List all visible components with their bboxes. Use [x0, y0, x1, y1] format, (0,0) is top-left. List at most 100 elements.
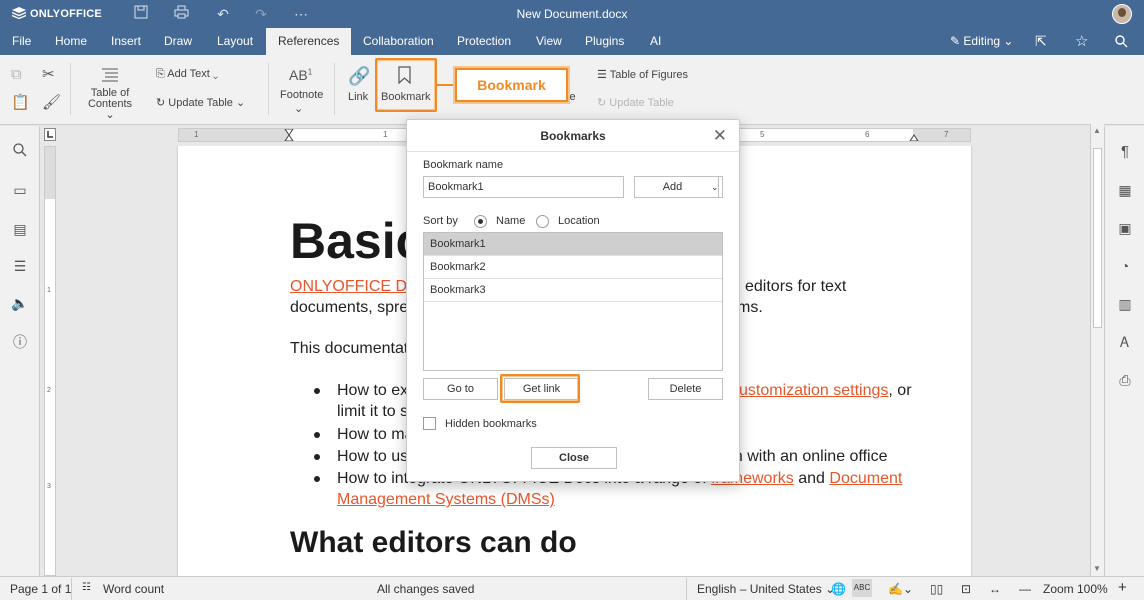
bullet-marker: [314, 388, 320, 394]
comments-icon[interactable]: ▭: [11, 181, 29, 199]
add-button[interactable]: Add ⌄: [634, 176, 723, 198]
scroll-down-icon[interactable]: ▼: [1093, 564, 1101, 573]
close-button[interactable]: Close: [531, 447, 617, 469]
tab-protection[interactable]: Protection: [447, 28, 521, 55]
table-of-figures-button[interactable]: ☰ Table of Figures: [597, 68, 688, 81]
paragraph-2: This documentat: [290, 340, 409, 357]
add-text-button[interactable]: ⎘ Add Text ⌄: [156, 68, 218, 81]
image-settings-icon[interactable]: ▣: [1116, 219, 1134, 237]
language-label: English – United States: [697, 582, 822, 596]
search-icon[interactable]: [11, 143, 29, 161]
link-button[interactable]: Link: [348, 91, 368, 103]
word-count-button[interactable]: Word count: [103, 582, 164, 596]
tab-collaboration[interactable]: Collaboration: [353, 28, 444, 55]
bookmark-highlight-box: [375, 58, 437, 112]
tab-view[interactable]: View: [526, 28, 572, 55]
format-painter-icon[interactable]: 🖌: [42, 93, 61, 111]
editing-mode-dropdown[interactable]: ✎ Editing ⌄: [950, 28, 1013, 55]
bookmarks-dialog: Bookmarks ✕ Bookmark name Add ⌄ Sort by …: [406, 119, 740, 482]
chat-icon[interactable]: ▤: [11, 220, 29, 238]
customization-settings-link[interactable]: ustomization settings: [739, 382, 888, 399]
language-selector[interactable]: English – United States ⌄: [697, 582, 835, 596]
onlyoffice-docs-link[interactable]: ONLYOFFICE D: [290, 278, 407, 295]
zoom-level[interactable]: Zoom 100%: [1043, 582, 1108, 596]
tab-draw[interactable]: Draw: [154, 28, 202, 55]
speaker-icon[interactable]: 🔈: [11, 294, 29, 312]
fit-page-icon[interactable]: ▯▯: [930, 582, 943, 596]
zoom-out-icon[interactable]: —: [1019, 582, 1031, 596]
footnote-label: Footnote: [280, 89, 324, 101]
track-changes-icon[interactable]: ✍⌄: [888, 582, 913, 596]
bullet-1-line2: limit it to s: [337, 403, 409, 420]
text-art-settings-icon[interactable]: Ꭺ: [1116, 333, 1134, 351]
close-icon[interactable]: ✕: [713, 127, 727, 144]
tab-file[interactable]: File: [2, 28, 41, 55]
cut-icon[interactable]: ✂: [42, 65, 55, 83]
list-item[interactable]: Bookmark1: [424, 233, 722, 256]
form-settings-icon[interactable]: ⎙: [1116, 371, 1134, 389]
user-avatar[interactable]: [1112, 4, 1132, 24]
globe-icon[interactable]: 🌐: [831, 582, 846, 596]
tab-plugins[interactable]: Plugins: [575, 28, 634, 55]
tab-insert[interactable]: Insert: [101, 28, 151, 55]
vertical-ruler[interactable]: 1 2 3: [44, 146, 56, 576]
tab-stop-selector[interactable]: [44, 128, 56, 141]
hidden-bookmarks-checkbox[interactable]: [423, 417, 436, 430]
spellcheck-icon[interactable]: ABC: [852, 579, 872, 597]
undo-icon[interactable]: ↶: [213, 5, 233, 23]
shape-settings-icon[interactable]: ◔: [1116, 257, 1134, 275]
sort-location-radio[interactable]: [536, 215, 549, 228]
bookmarks-list[interactable]: Bookmark1 Bookmark2 Bookmark3: [423, 232, 723, 371]
scroll-up-icon[interactable]: ▲: [1093, 126, 1101, 135]
paragraph-1-line1-right: editors for text: [745, 278, 847, 295]
tab-home[interactable]: Home: [45, 28, 97, 55]
vertical-scrollbar[interactable]: ▲ ▼: [1090, 124, 1104, 576]
tab-layout[interactable]: Layout: [207, 28, 263, 55]
list-item[interactable]: Bookmark3: [424, 279, 722, 302]
more-icon[interactable]: ⋯: [291, 5, 311, 23]
favorite-star-icon[interactable]: ☆: [1075, 28, 1088, 55]
paragraph-1-line1: ONLYOFFICE D: [290, 278, 407, 296]
delete-button[interactable]: Delete: [648, 378, 723, 400]
fit-width-icon[interactable]: ⊡: [961, 582, 971, 596]
app-logo-text: ONLYOFFICE: [30, 8, 102, 20]
page-indicator[interactable]: Page 1 of 1: [10, 582, 71, 596]
zoom-in-icon[interactable]: +: [1118, 579, 1127, 596]
add-button-label: Add: [662, 181, 683, 193]
sort-name-radio[interactable]: [474, 215, 487, 228]
open-location-icon[interactable]: ⇱: [1035, 28, 1047, 55]
redo-icon[interactable]: ↷: [251, 5, 271, 23]
update-table-button[interactable]: ↻ Update Table ⌄: [156, 96, 245, 109]
get-link-highlight-box: [500, 374, 580, 403]
table-of-figures-icon: ☰: [597, 69, 610, 81]
tab-references[interactable]: References: [266, 28, 352, 55]
search-icon[interactable]: [1115, 28, 1128, 55]
navigation-icon[interactable]: ☰: [11, 257, 29, 275]
bullet-3: How to us: [337, 448, 409, 465]
list-item[interactable]: Bookmark2: [424, 256, 722, 279]
copy-icon[interactable]: ⧉: [11, 66, 22, 83]
save-icon[interactable]: [131, 5, 151, 23]
document-link[interactable]: Document: [829, 470, 902, 487]
update-table-figures-button[interactable]: ↻ Update Table: [597, 96, 674, 109]
footnote-button[interactable]: Footnote: [280, 89, 323, 101]
paste-icon[interactable]: 📋: [11, 93, 30, 111]
dms-link[interactable]: Management Systems (DMSs): [337, 491, 555, 508]
chevron-down-icon[interactable]: ⌄: [711, 177, 719, 197]
paragraph-settings-icon[interactable]: ¶: [1116, 143, 1134, 161]
ruler-number: 5: [760, 130, 765, 139]
bookmark-name-input[interactable]: [423, 176, 624, 198]
table-settings-icon[interactable]: ▦: [1116, 181, 1134, 199]
info-icon[interactable]: ⓘ: [11, 333, 29, 351]
print-icon[interactable]: [171, 5, 191, 23]
table-of-contents-button[interactable]: Table of Contents ⌄: [82, 88, 138, 121]
add-text-icon: ⎘: [156, 68, 168, 80]
menu-bar: File Home Insert Draw Layout References …: [0, 28, 1144, 55]
go-to-button[interactable]: Go to: [423, 378, 498, 400]
tab-ai[interactable]: AI: [640, 28, 671, 55]
scrollbar-thumb[interactable]: [1093, 148, 1102, 328]
bullet-4-and: and: [798, 470, 825, 487]
zoom-width-icon[interactable]: ↔: [989, 582, 1001, 596]
chevron-down-icon: ⌄: [232, 97, 246, 109]
chart-settings-icon[interactable]: ▥: [1116, 295, 1134, 313]
